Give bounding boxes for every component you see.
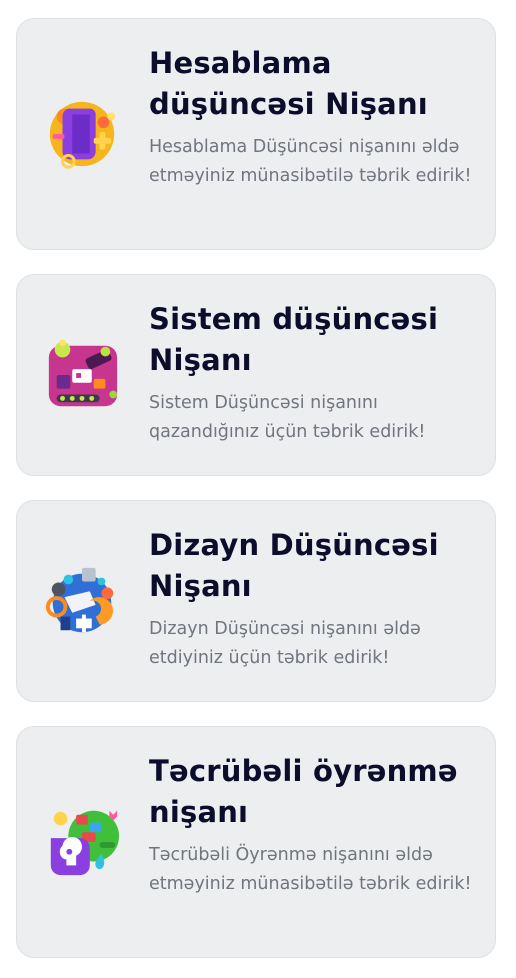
badge-card-computational-thinking[interactable]: Hesablama düşüncəsi Nişanı Hesablama Düş…: [16, 18, 496, 250]
badge-title: Sistem düşüncəsi Nişanı: [149, 302, 439, 377]
experiential-learning-badge-icon: [43, 803, 121, 881]
badge-text: Sistem düşüncəsi Nişanı Sistem Düşüncəsi…: [149, 299, 473, 447]
computational-thinking-badge-icon: [43, 95, 121, 173]
badge-description: Təcrübəli Öyrənmə nişanını əldə etməyini…: [149, 845, 472, 894]
badge-title: Təcrübəli öyrənmə nişanı: [149, 754, 458, 829]
design-thinking-badge-icon: [43, 562, 121, 640]
badge-title: Dizayn Düşüncəsi Nişanı: [149, 528, 439, 603]
systems-thinking-badge-icon: [43, 336, 121, 414]
badge-text: Təcrübəli öyrənmə nişanı Təcrübəli Öyrən…: [149, 751, 473, 899]
badge-card-systems-thinking[interactable]: Sistem düşüncəsi Nişanı Sistem Düşüncəsi…: [16, 274, 496, 476]
badge-text: Hesablama düşüncəsi Nişanı Hesablama Düş…: [149, 43, 473, 191]
badge-card-design-thinking[interactable]: Dizayn Düşüncəsi Nişanı Dizayn Düşüncəsi…: [16, 500, 496, 702]
badge-list: Hesablama düşüncəsi Nişanı Hesablama Düş…: [0, 0, 516, 978]
badge-description: Hesablama Düşüncəsi nişanını əldə etməyi…: [149, 137, 472, 186]
badge-description: Sistem Düşüncəsi nişanını qazandığınız ü…: [149, 393, 426, 442]
badge-card-experiential-learning[interactable]: Təcrübəli öyrənmə nişanı Təcrübəli Öyrən…: [16, 726, 496, 958]
badge-title: Hesablama düşüncəsi Nişanı: [149, 46, 428, 121]
badge-text: Dizayn Düşüncəsi Nişanı Dizayn Düşüncəsi…: [149, 525, 473, 673]
badge-description: Dizayn Düşüncəsi nişanını əldə etdiyiniz…: [149, 619, 421, 668]
